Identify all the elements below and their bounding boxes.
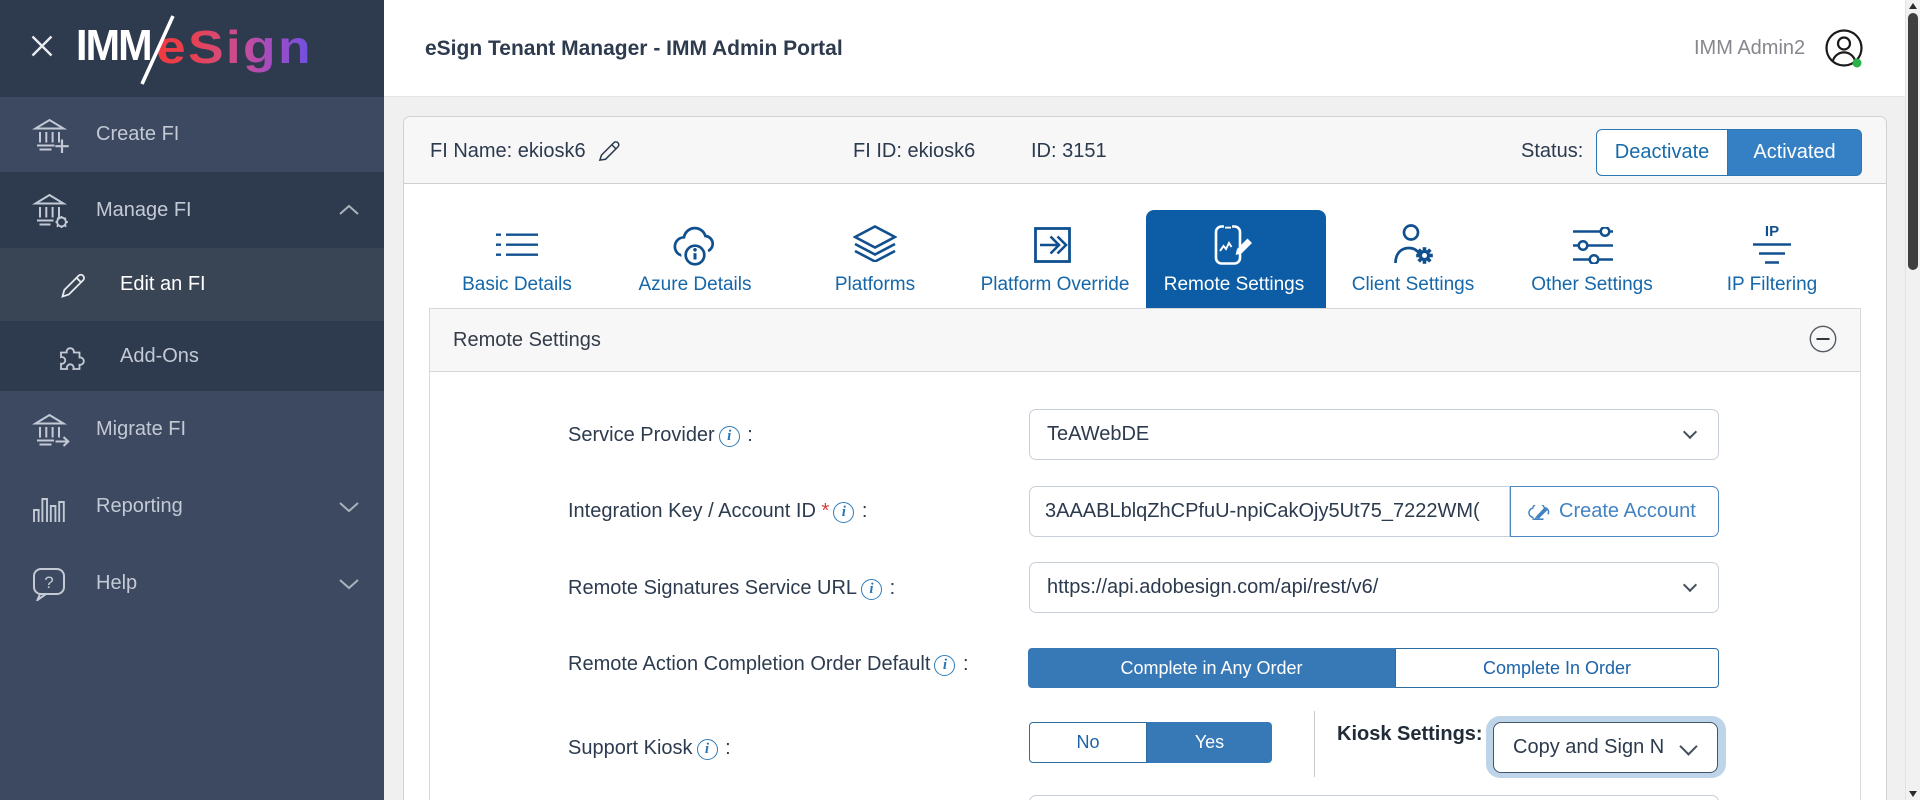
- svg-text:IP: IP: [1765, 224, 1779, 240]
- svg-text:?: ?: [44, 573, 53, 592]
